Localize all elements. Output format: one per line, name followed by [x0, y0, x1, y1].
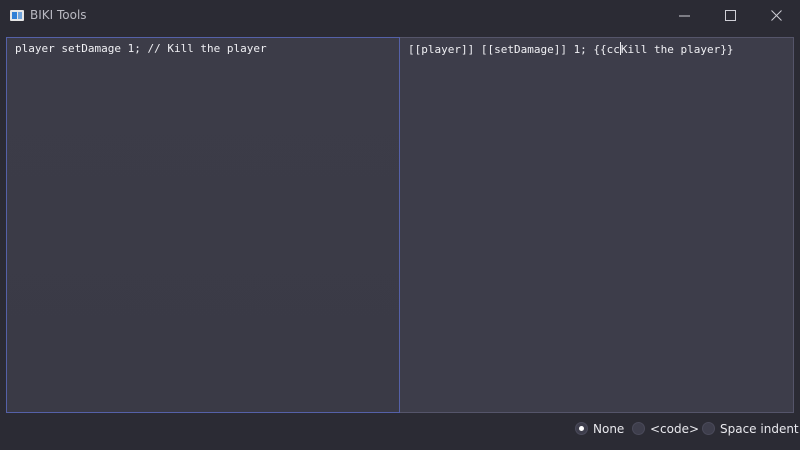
app-window: BIKI Tools player setDamage 1; // Kill t… — [0, 0, 800, 450]
format-options: None <code> Space indent — [0, 421, 800, 439]
input-editor[interactable]: player setDamage 1; // Kill the player — [6, 37, 400, 413]
radio-space-indent-label: Space indent — [720, 422, 799, 436]
input-code-text: player setDamage 1; // Kill the player — [15, 42, 267, 55]
maximize-icon — [725, 10, 736, 21]
radio-code-label: <code> — [650, 422, 700, 436]
output-text-before-caret: [[player]] [[setDamage]] 1; {{cc — [408, 43, 620, 56]
minimize-button[interactable] — [662, 0, 708, 32]
title-bar: BIKI Tools — [0, 0, 800, 32]
output-text-after-caret: Kill the player}} — [620, 43, 734, 56]
radio-code[interactable]: <code> — [632, 421, 700, 439]
radio-code-circle — [632, 422, 645, 435]
radio-selected-dot — [579, 426, 584, 431]
radio-space-indent-circle — [702, 422, 715, 435]
radio-none-circle — [575, 422, 588, 435]
window-title: BIKI Tools — [30, 8, 87, 22]
radio-none-label: None — [593, 422, 625, 436]
close-icon — [771, 10, 782, 21]
output-editor[interactable]: [[player]] [[setDamage]] 1; {{ccKill the… — [400, 37, 794, 413]
output-code-text: [[player]] [[setDamage]] 1; {{ccKill the… — [408, 42, 734, 56]
maximize-button[interactable] — [708, 0, 754, 32]
radio-none[interactable]: None — [575, 421, 625, 439]
minimize-icon — [679, 15, 690, 17]
close-button[interactable] — [754, 0, 800, 32]
app-icon — [10, 10, 24, 21]
radio-space-indent[interactable]: Space indent — [702, 421, 799, 439]
